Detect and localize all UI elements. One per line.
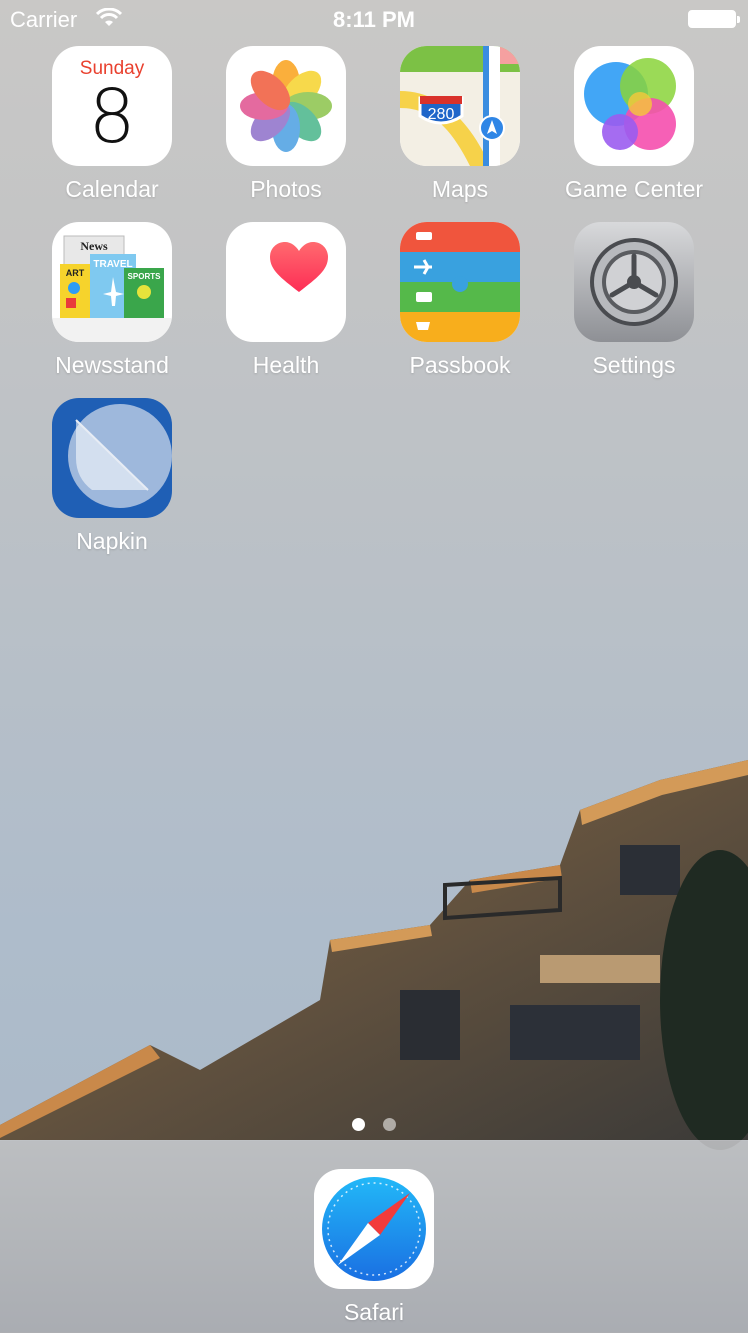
- newsstand-icon: News TRAVEL ART SPORTS: [52, 222, 172, 342]
- app-settings[interactable]: Settings: [546, 222, 722, 379]
- app-napkin[interactable]: Napkin: [24, 398, 200, 555]
- napkin-icon: [52, 398, 172, 518]
- health-icon: [226, 222, 346, 342]
- app-game-center[interactable]: Game Center: [546, 46, 722, 203]
- app-label: Napkin: [76, 528, 148, 554]
- app-safari[interactable]: Safari: [286, 1169, 462, 1326]
- safari-icon: [314, 1169, 434, 1289]
- maps-shield-number: 280: [428, 106, 455, 123]
- settings-icon: [574, 222, 694, 342]
- passbook-icon: [400, 222, 520, 342]
- app-photos[interactable]: Photos: [198, 46, 374, 203]
- app-label: Calendar: [65, 176, 159, 202]
- page-indicator[interactable]: [0, 1118, 748, 1136]
- dock: Safari: [0, 1140, 748, 1333]
- page-dot-2[interactable]: [383, 1118, 397, 1131]
- calendar-date: 8: [88, 74, 136, 160]
- app-newsstand[interactable]: News TRAVEL ART SPORTS Newsstand: [24, 222, 200, 379]
- calendar-icon: Sunday 8: [52, 46, 172, 166]
- app-maps[interactable]: 280 Maps: [372, 46, 548, 203]
- game-center-icon: [574, 46, 694, 166]
- status-time: 8:11 PM: [333, 7, 415, 32]
- app-health[interactable]: Health: [198, 222, 374, 379]
- magazine-art: ART: [66, 268, 85, 278]
- app-label: Settings: [592, 352, 676, 378]
- app-label: Safari: [343, 1299, 405, 1325]
- app-label: Health: [252, 352, 320, 378]
- status-bar: Carrier 8:11 PM: [0, 0, 748, 38]
- maps-icon: 280: [400, 46, 520, 166]
- app-passbook[interactable]: Passbook: [372, 222, 548, 379]
- photos-icon: [226, 46, 346, 166]
- app-label: Newsstand: [55, 352, 169, 378]
- page-dot-1[interactable]: [351, 1118, 365, 1131]
- magazine-news: News: [80, 239, 108, 253]
- battery-icon: [688, 10, 740, 28]
- app-label: Game Center: [564, 176, 704, 202]
- app-label: Maps: [431, 176, 489, 202]
- app-label: Passbook: [409, 352, 511, 378]
- app-label: Photos: [250, 176, 322, 202]
- magazine-sports: SPORTS: [128, 272, 162, 281]
- app-calendar[interactable]: Sunday 8 Calendar: [24, 46, 200, 203]
